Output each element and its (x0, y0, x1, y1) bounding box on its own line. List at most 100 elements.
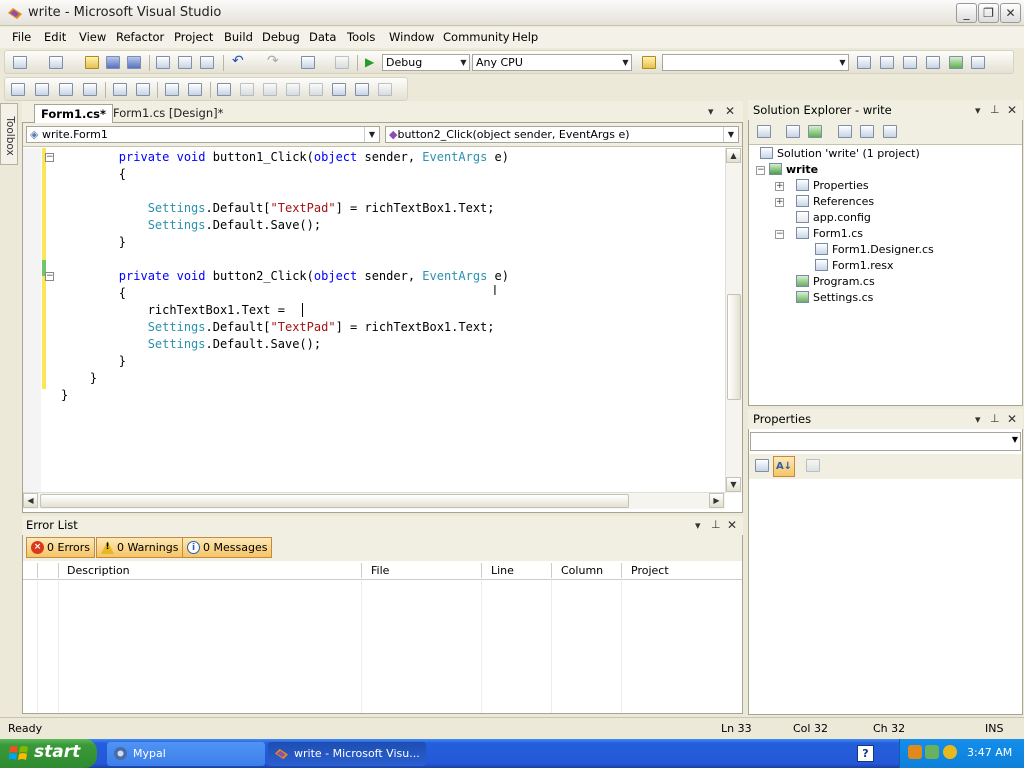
start-debugging-icon[interactable]: ▶ (365, 55, 379, 69)
uncomment-lines-icon[interactable] (188, 83, 202, 96)
new-project-icon[interactable] (13, 56, 27, 69)
column-file[interactable]: File (371, 564, 389, 577)
view-code-icon[interactable] (838, 125, 852, 138)
complete-word-icon[interactable] (83, 83, 97, 96)
show-all-files-icon[interactable] (786, 125, 800, 138)
paste-icon[interactable] (200, 56, 214, 69)
vertical-scroll-thumb[interactable] (727, 294, 741, 400)
column-column[interactable]: Column (561, 564, 603, 577)
configuration-combo[interactable]: Debug ▼ (382, 54, 470, 71)
find-combo[interactable]: ▼ (662, 54, 849, 71)
undo-icon[interactable]: ↶ (232, 53, 246, 69)
close-document-icon[interactable]: ✕ (725, 104, 735, 118)
editor-horizontal-scrollbar[interactable]: ◀ ▶ (23, 492, 725, 509)
tree-item-properties[interactable]: Properties (796, 178, 869, 194)
collapse-icon[interactable]: − (775, 230, 784, 239)
quick-info-icon[interactable] (59, 83, 73, 96)
tab-form1-design[interactable]: Form1.cs [Design]* (107, 104, 229, 123)
categorized-icon[interactable] (755, 459, 769, 472)
menu-refactor[interactable]: Refactor (116, 30, 164, 44)
menu-project[interactable]: Project (174, 30, 213, 44)
close-button[interactable]: ✕ (1000, 3, 1021, 23)
tree-item-references[interactable]: References (796, 194, 874, 210)
previous-bookmark-document-icon[interactable] (332, 83, 346, 96)
previous-bookmark-folder-icon[interactable] (286, 83, 300, 96)
close-panel-icon[interactable]: ✕ (1007, 103, 1017, 117)
solution-explorer-icon[interactable] (857, 56, 871, 69)
view-designer-icon[interactable] (860, 125, 874, 138)
warnings-filter-button[interactable]: ! 0 Warnings (96, 537, 184, 558)
column-line[interactable]: Line (491, 564, 514, 577)
refresh-icon[interactable] (808, 125, 822, 138)
expand-icon[interactable]: + (775, 182, 784, 191)
navigate-backward-icon[interactable] (301, 56, 315, 69)
code-editor[interactable]: − − private void button1_Click(object se… (23, 148, 742, 493)
menu-data[interactable]: Data (309, 30, 336, 44)
display-object-member-list-icon[interactable] (11, 83, 25, 96)
scroll-down-icon[interactable]: ▼ (726, 477, 741, 492)
taskbar-item-mypal[interactable]: Mypal (107, 742, 265, 766)
close-panel-icon[interactable]: ✕ (1007, 412, 1017, 426)
increase-indent-icon[interactable] (136, 83, 150, 96)
tree-item-solution[interactable]: Solution 'write' (1 project) (760, 146, 920, 162)
editor-vertical-scrollbar[interactable]: ▲ ▼ (725, 148, 742, 493)
types-combo[interactable]: ◈ write.Form1 ▼ (26, 126, 380, 143)
copy-icon[interactable] (178, 56, 192, 69)
tray-app-icon[interactable] (908, 745, 922, 759)
collapse-icon[interactable]: − (756, 166, 765, 175)
property-pages-icon[interactable] (806, 459, 820, 472)
menu-file[interactable]: File (12, 30, 31, 44)
help-icon[interactable]: ? (857, 745, 874, 762)
comment-lines-icon[interactable] (165, 83, 179, 96)
parameter-info-icon[interactable] (35, 83, 49, 96)
collapse-region-icon[interactable]: − (45, 272, 54, 281)
tree-item-settings-cs[interactable]: Settings.cs (796, 290, 873, 306)
tree-item-project-write[interactable]: write (769, 162, 818, 178)
window-position-icon[interactable]: ▾ (975, 104, 981, 117)
menu-build[interactable]: Build (224, 30, 253, 44)
next-bookmark-folder-icon[interactable] (309, 83, 323, 96)
previous-bookmark-icon[interactable] (240, 83, 254, 96)
next-bookmark-document-icon[interactable] (355, 83, 369, 96)
expand-icon[interactable]: + (775, 198, 784, 207)
properties-icon[interactable] (757, 125, 771, 138)
minimize-button[interactable]: _ (956, 3, 977, 23)
scroll-right-icon[interactable]: ▶ (709, 493, 724, 508)
menu-window[interactable]: Window (389, 30, 434, 44)
members-combo[interactable]: ◆button2_Click(object sender, EventArgs … (385, 126, 739, 143)
save-all-icon[interactable] (127, 56, 141, 69)
auto-hide-pin-icon[interactable]: ⊥ (990, 103, 1000, 116)
command-window-icon[interactable] (971, 56, 985, 69)
menu-help[interactable]: Help (512, 30, 538, 44)
window-position-icon[interactable]: ▾ (975, 413, 981, 426)
auto-hide-pin-icon[interactable]: ⊥ (990, 412, 1000, 425)
object-browser-icon[interactable] (903, 56, 917, 69)
menu-edit[interactable]: Edit (44, 30, 66, 44)
decrease-indent-icon[interactable] (113, 83, 127, 96)
menu-community[interactable]: Community (443, 30, 510, 44)
tab-form1-cs[interactable]: Form1.cs* (34, 104, 113, 123)
tree-item-form1-designer[interactable]: Form1.Designer.cs (815, 242, 934, 258)
tree-item-form1-resx[interactable]: Form1.resx (815, 258, 894, 274)
window-position-icon[interactable]: ▾ (695, 519, 701, 532)
properties-object-combo[interactable]: ▼ (750, 432, 1021, 451)
next-bookmark-icon[interactable] (263, 83, 277, 96)
view-class-diagram-icon[interactable] (883, 125, 897, 138)
platform-combo[interactable]: Any CPU ▼ (472, 54, 632, 71)
redo-icon[interactable]: ↷ (267, 53, 281, 69)
toggle-bookmark-icon[interactable] (217, 83, 231, 96)
navigate-forward-icon[interactable] (335, 56, 349, 69)
close-panel-icon[interactable]: ✕ (727, 518, 737, 532)
clear-bookmarks-icon[interactable] (378, 83, 392, 96)
menu-tools[interactable]: Tools (347, 30, 375, 44)
toolbox-icon[interactable] (926, 56, 940, 69)
cut-icon[interactable] (156, 56, 170, 69)
find-in-files-icon[interactable] (642, 56, 656, 69)
start-page-icon[interactable] (949, 56, 963, 69)
column-project[interactable]: Project (631, 564, 669, 577)
tree-item-form1-cs[interactable]: Form1.cs (796, 226, 863, 242)
collapse-region-icon[interactable]: − (45, 153, 54, 162)
save-icon[interactable] (106, 56, 120, 69)
tray-network-icon[interactable] (925, 745, 939, 759)
horizontal-scroll-thumb[interactable] (40, 494, 629, 508)
